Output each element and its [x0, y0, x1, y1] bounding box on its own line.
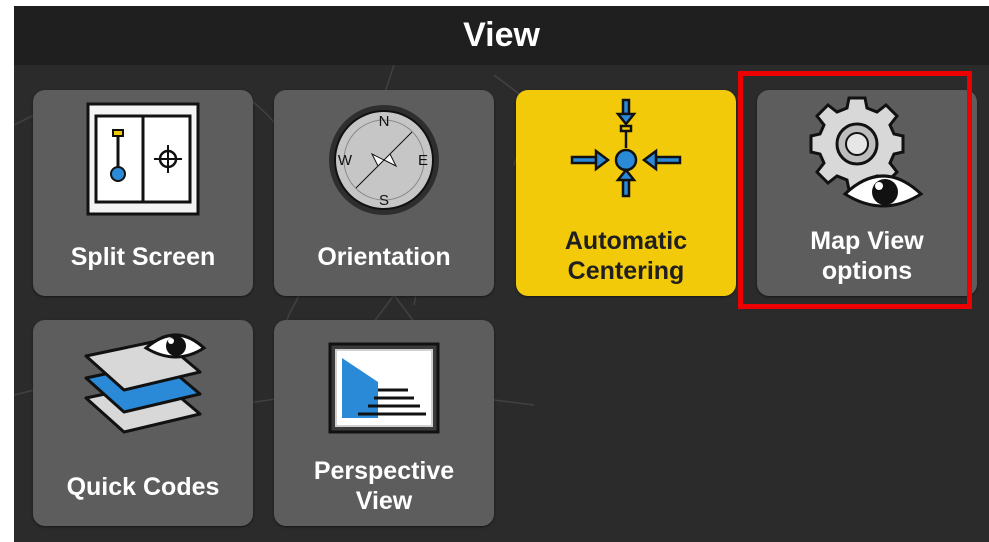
centering-icon [570, 98, 682, 198]
compass-icon: N S E W [329, 105, 439, 215]
view-panel: View Split Screen N S E W Orientation Au… [14, 6, 989, 542]
split-screen-icon [86, 102, 200, 216]
automatic-centering-label-line1: Automatic [564, 227, 688, 255]
orientation-button[interactable]: N S E W Orientation [274, 90, 494, 296]
quick-codes-label: Quick Codes [66, 473, 220, 501]
perspective-view-label-line2: View [355, 487, 413, 515]
compass-south: S [379, 192, 389, 209]
automatic-centering-label-line2: Centering [567, 257, 685, 285]
compass-west: W [338, 152, 353, 169]
automatic-centering-button[interactable]: Automatic Centering [516, 90, 736, 296]
perspective-view-label-line1: Perspective [313, 457, 455, 485]
map-view-options-label-line2: options [821, 257, 913, 285]
gear-eye-icon [809, 96, 924, 208]
compass-east: E [418, 152, 428, 169]
page-title: View [14, 6, 989, 65]
quick-codes-button[interactable]: Quick Codes [33, 320, 253, 526]
compass-north: N [379, 113, 390, 130]
map-view-options-label-line1: Map View [810, 227, 924, 255]
perspective-icon [328, 342, 440, 434]
orientation-label: Orientation [317, 243, 451, 271]
perspective-view-button[interactable]: Perspective View [274, 320, 494, 526]
map-view-options-button[interactable]: Map View options [757, 90, 977, 296]
split-screen-label: Split Screen [70, 243, 216, 271]
layers-eye-icon [84, 333, 207, 434]
split-screen-button[interactable]: Split Screen [33, 90, 253, 296]
